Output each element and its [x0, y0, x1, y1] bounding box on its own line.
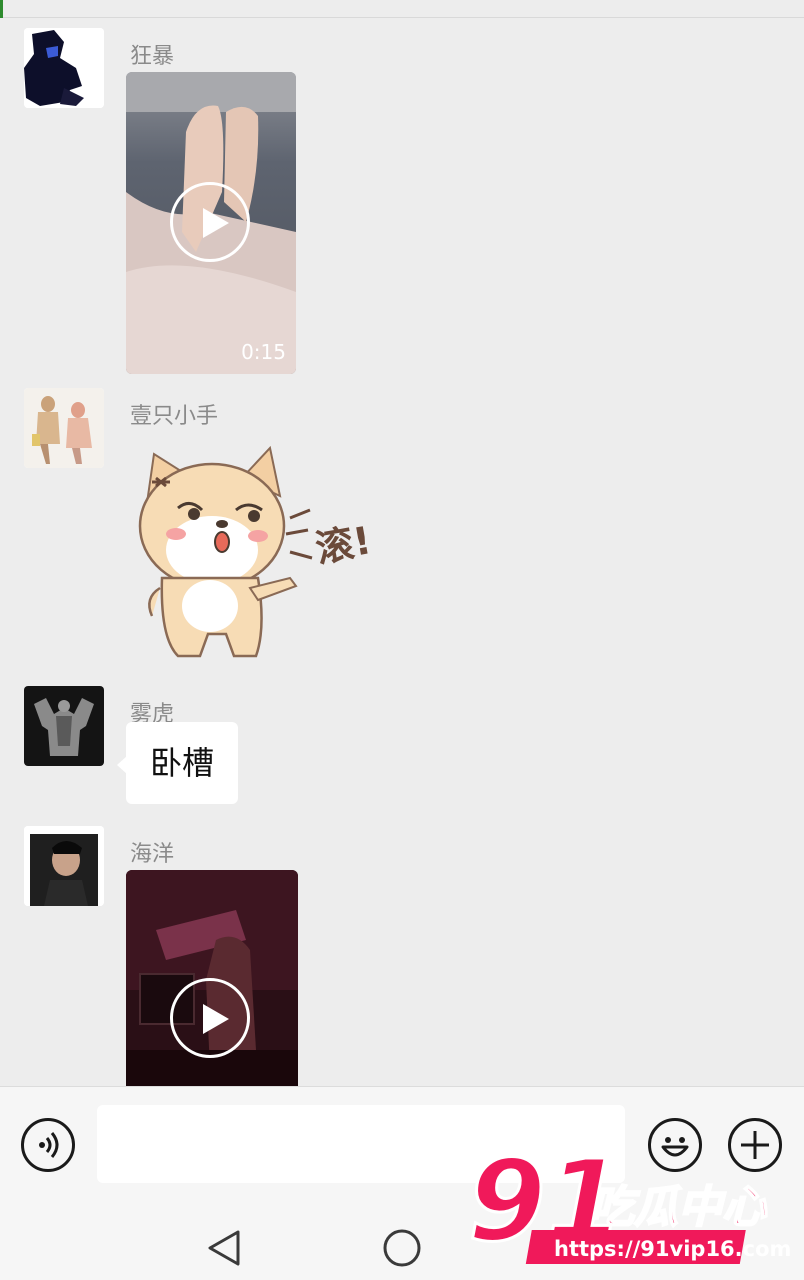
play-icon[interactable]	[170, 182, 250, 262]
avatar[interactable]	[24, 826, 104, 906]
top-accent-strip	[0, 0, 3, 18]
text-message-bubble[interactable]: 卧槽	[116, 722, 239, 804]
watermark-logo: 91 吃瓜中心 https://91vip16.com	[466, 1136, 796, 1278]
chat-screen: 狂暴 0:15 壹只小手 滚! 雾虎 卧槽 海洋 91 吃瓜中心 https:/…	[0, 0, 804, 1280]
sender-name: 狂暴	[130, 44, 175, 69]
sender-name: 壹只小手	[130, 404, 219, 429]
play-icon[interactable]	[170, 978, 250, 1058]
video-message[interactable]: 0:15	[126, 72, 296, 374]
sticker-text: 滚!	[312, 518, 370, 571]
video-message[interactable]	[126, 870, 298, 1086]
message-list[interactable]: 狂暴 0:15 壹只小手 滚! 雾虎 卧槽 海洋	[0, 18, 804, 1086]
top-status-bar	[0, 0, 804, 18]
message-item: 壹只小手 滚!	[0, 388, 804, 678]
avatar[interactable]	[24, 686, 104, 766]
home-circle-icon[interactable]	[382, 1228, 422, 1268]
watermark-title: 吃瓜中心	[590, 1182, 768, 1233]
message-item: 雾虎 卧槽	[0, 686, 804, 816]
voice-icon[interactable]	[21, 1118, 75, 1172]
message-item: 海洋	[0, 826, 804, 1086]
message-item: 狂暴 0:15	[0, 28, 804, 378]
sender-name: 海洋	[130, 842, 175, 867]
sticker-message[interactable]: 滚!	[130, 438, 374, 668]
avatar[interactable]	[24, 388, 104, 468]
watermark-url: https://91vip16.com	[554, 1237, 791, 1261]
video-duration: 0:15	[241, 340, 286, 364]
avatar[interactable]	[24, 28, 104, 108]
back-triangle-icon[interactable]	[204, 1228, 244, 1268]
